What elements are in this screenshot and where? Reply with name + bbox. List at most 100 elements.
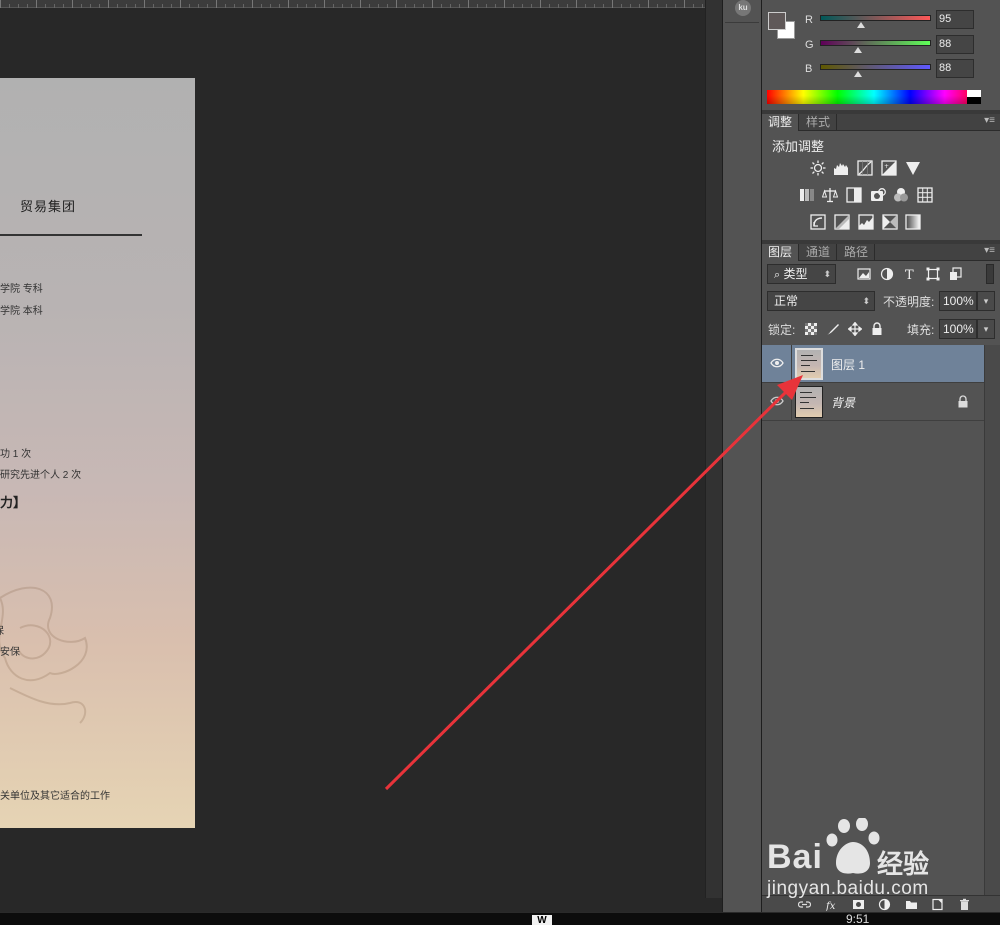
eye-icon[interactable]: [770, 395, 784, 407]
slider-track[interactable]: [820, 15, 931, 21]
tab-channels[interactable]: 通道: [800, 244, 838, 261]
ruler-tick: [252, 0, 253, 8]
channel-label: R: [805, 14, 813, 26]
fill-label: 填充:: [907, 323, 935, 337]
lock-all-icon[interactable]: [870, 322, 884, 336]
channel-value-input[interactable]: 88: [936, 59, 974, 78]
layer-divider: [791, 345, 792, 383]
doc-divider: [0, 234, 142, 236]
ruler-tick: [639, 4, 640, 8]
foreground-color-swatch[interactable]: [768, 12, 786, 30]
adjustments-tab-bar: 调整 样式 ▾≡: [762, 114, 1000, 131]
fill-dropdown-button[interactable]: ▾: [977, 319, 995, 339]
ruler-tick: [27, 4, 28, 8]
eye-icon[interactable]: [770, 357, 784, 369]
ruler-tick: [351, 4, 352, 8]
ruler-tick: [117, 4, 118, 8]
ruler-tick: [378, 4, 379, 8]
color-spectrum-ramp[interactable]: [767, 90, 981, 104]
filter-toggle-switch[interactable]: [986, 264, 994, 284]
photoshop-window: 贸易集团 学院 专科 学院 本科 功 1 次 研究先进个人 2 次 力】 保 安…: [0, 0, 1000, 925]
channel-mixer-icon[interactable]: [893, 187, 909, 203]
tab-layers[interactable]: 图层: [762, 244, 800, 261]
posterize-icon[interactable]: [834, 214, 850, 230]
lock-position-icon[interactable]: [848, 322, 862, 336]
invert-icon[interactable]: [810, 214, 826, 230]
ruler-tick: [270, 4, 271, 8]
hue-saturation-icon[interactable]: [799, 187, 815, 203]
layer-row-background[interactable]: 背景: [762, 383, 984, 421]
ruler-tick: [18, 4, 19, 8]
doc-line: 研究先进个人 2 次: [0, 470, 82, 481]
black-white-icon[interactable]: [846, 187, 862, 203]
tab-paths[interactable]: 路径: [838, 244, 876, 261]
red-channel-slider[interactable]: R 95: [802, 10, 997, 33]
lock-image-pixels-icon[interactable]: [826, 322, 840, 336]
tab-styles[interactable]: 样式: [800, 114, 838, 131]
gradient-map-icon[interactable]: [905, 214, 921, 230]
color-balance-icon[interactable]: [822, 187, 838, 203]
doc-line: 关单位及其它适合的工作: [0, 791, 110, 802]
channel-label: B: [805, 63, 813, 75]
threshold-icon[interactable]: [858, 214, 874, 230]
filter-type-icon[interactable]: T: [903, 267, 917, 281]
color-lookup-icon[interactable]: [917, 187, 933, 203]
ruler-tick: [576, 0, 577, 8]
canvas-vertical-scrollbar[interactable]: [705, 0, 722, 898]
ruler-tick: [45, 4, 46, 8]
ruler-tick: [630, 4, 631, 8]
layer-name[interactable]: 图层 1: [831, 356, 865, 373]
layer-thumbnail[interactable]: [795, 348, 823, 380]
opacity-dropdown-button[interactable]: ▾: [977, 291, 995, 311]
panel-menu-icon[interactable]: ▾≡: [984, 115, 995, 126]
channel-value-input[interactable]: 88: [936, 35, 974, 54]
layer-row-layer-1[interactable]: 图层 1: [762, 345, 984, 383]
filter-shape-icon[interactable]: [926, 267, 940, 281]
blend-mode-select[interactable]: 正常 ⬍: [767, 291, 875, 311]
green-channel-slider[interactable]: G 88: [802, 35, 997, 58]
ruler-tick: [675, 4, 676, 8]
white-swatch[interactable]: [967, 90, 981, 97]
slider-thumb[interactable]: [854, 71, 863, 77]
brightness-icon[interactable]: [810, 160, 826, 176]
word-app-icon[interactable]: W: [532, 915, 552, 925]
document-canvas[interactable]: 贸易集团 学院 专科 学院 本科 功 1 次 研究先进个人 2 次 力】 保 安…: [0, 78, 195, 828]
channel-value-input[interactable]: 95: [936, 10, 974, 29]
black-swatch[interactable]: [967, 97, 981, 104]
opacity-input[interactable]: 100%: [939, 291, 977, 311]
ruler-tick: [0, 0, 1, 8]
black-white-ramp[interactable]: [967, 90, 981, 104]
lock-transparent-pixels-icon[interactable]: [804, 322, 818, 336]
levels-icon[interactable]: [833, 160, 849, 176]
ruler-tick: [387, 4, 388, 8]
layer-filter-select[interactable]: ⌕ 类型 ⬍: [767, 264, 836, 284]
panel-menu-icon[interactable]: ▾≡: [984, 245, 995, 256]
selective-color-icon[interactable]: [882, 214, 898, 230]
layer-name[interactable]: 背景: [831, 394, 855, 411]
ruler-tick: [63, 4, 64, 8]
filter-smart-object-icon[interactable]: [949, 267, 963, 281]
canvas-area[interactable]: 贸易集团 学院 专科 学院 本科 功 1 次 研究先进个人 2 次 力】 保 安…: [0, 0, 722, 898]
filter-pixel-icon[interactable]: [857, 267, 871, 281]
curves-icon[interactable]: [857, 160, 873, 176]
ruler-tick: [180, 0, 181, 8]
slider-thumb[interactable]: [857, 22, 866, 28]
layer-list-scrollbar[interactable]: [984, 345, 1000, 895]
chevron-updown-icon: ⬍: [823, 269, 831, 279]
slider-track[interactable]: [820, 40, 931, 46]
tab-adjustments[interactable]: 调整: [762, 114, 800, 131]
filter-adjustment-icon[interactable]: [880, 267, 894, 281]
ku-button[interactable]: ku: [735, 0, 751, 16]
vibrance-icon[interactable]: [905, 160, 921, 176]
ruler-tick: [99, 4, 100, 8]
slider-thumb[interactable]: [854, 47, 863, 53]
photo-filter-icon[interactable]: [870, 187, 886, 203]
slider-track[interactable]: [820, 64, 931, 70]
ruler-tick: [216, 0, 217, 8]
layer-thumbnail[interactable]: [795, 386, 823, 418]
ruler-tick: [414, 4, 415, 8]
fill-input[interactable]: 100%: [939, 319, 977, 339]
ruler-tick: [72, 0, 73, 8]
exposure-icon[interactable]: +: [881, 160, 897, 176]
blue-channel-slider[interactable]: B 88: [802, 59, 997, 82]
